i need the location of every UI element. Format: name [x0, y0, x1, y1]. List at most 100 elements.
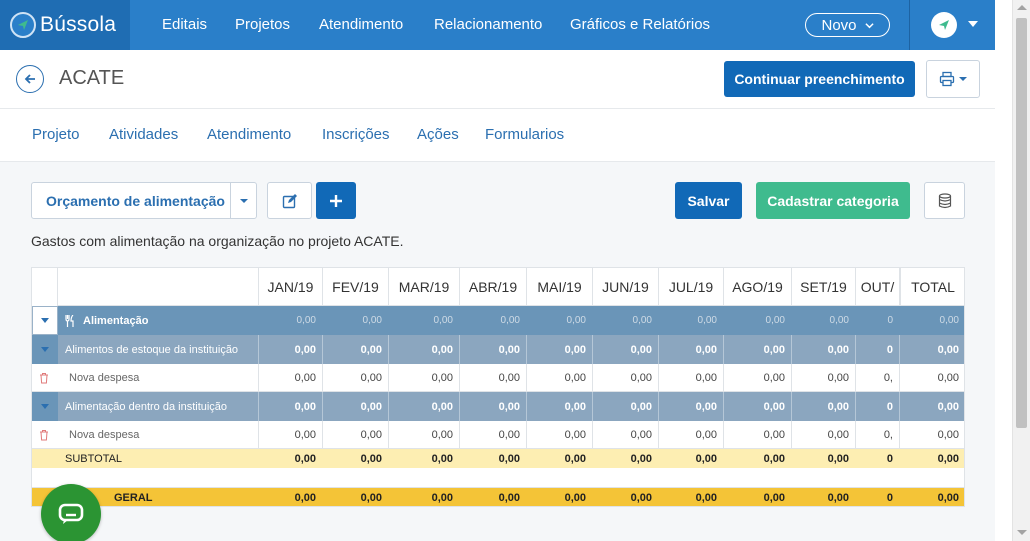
value-cell: 0,00	[388, 335, 459, 364]
value-cell: 0,00	[526, 335, 592, 364]
value-cell: 0,00	[362, 315, 382, 326]
value-cell[interactable]: 0,00	[526, 364, 592, 391]
chat-icon	[58, 503, 84, 524]
value-cell[interactable]: 0,00	[791, 364, 855, 391]
spacer-row	[32, 468, 964, 488]
collapse-group-toggle[interactable]	[32, 306, 58, 335]
value-cell: 0,00	[498, 452, 520, 465]
plus-icon	[330, 194, 342, 207]
tab-projeto[interactable]: Projeto	[32, 126, 80, 143]
chevron-down-icon	[959, 77, 967, 81]
value-cell: 0,00	[431, 452, 453, 465]
budget-description: Gastos com alimentação na organização no…	[31, 233, 404, 249]
month-header: JAN/19	[258, 268, 322, 305]
value-cell[interactable]: 0,00	[658, 421, 723, 448]
value-cell[interactable]: 0,	[855, 421, 899, 448]
value-cell: 0,00	[827, 452, 849, 465]
group-name: Alimentação	[83, 314, 149, 327]
chevron-down-icon	[41, 318, 49, 323]
trash-icon[interactable]	[39, 364, 49, 391]
add-budget-button[interactable]	[316, 182, 356, 219]
value-cell[interactable]: 0,00	[592, 364, 658, 391]
value-cell: 0,00	[723, 392, 791, 421]
print-button[interactable]	[926, 60, 980, 98]
continue-filling-button[interactable]: Continuar preenchimento	[724, 61, 915, 97]
value-cell[interactable]: 0,00	[322, 364, 388, 391]
row-total-cell[interactable]: 0,00	[899, 421, 964, 448]
value-cell[interactable]: 0,00	[526, 421, 592, 448]
value-cell[interactable]: 0,00	[592, 421, 658, 448]
value-cell: 0,00	[592, 392, 658, 421]
value-cell: 0,00	[296, 315, 316, 326]
expense-name-input[interactable]: Nova despesa	[69, 421, 139, 448]
value-cell: 0,00	[431, 491, 453, 504]
user-avatar[interactable]	[931, 12, 957, 38]
add-category-button[interactable]: Cadastrar categoria	[756, 182, 910, 219]
back-button[interactable]	[16, 65, 44, 93]
tab-inscricoes[interactable]: Inscrições	[322, 126, 390, 143]
month-header: AGO/19	[723, 268, 791, 305]
value-cell: 0	[855, 335, 899, 364]
row-total-cell: 0,00	[939, 315, 959, 326]
subcategory-row: Alimentos de estoque da instituição 0,00 0…	[32, 335, 964, 364]
value-cell: 0,00	[294, 452, 316, 465]
collapse-subcategory-toggle[interactable]	[32, 335, 58, 364]
row-total-cell[interactable]: 0,00	[899, 364, 964, 391]
utensils-icon	[65, 314, 74, 327]
budget-table: JAN/19 FEV/19 MAR/19 ABR/19 MAI/19 JUN/19 JUL/…	[31, 267, 965, 507]
budget-select[interactable]: Orçamento de alimentação	[31, 182, 257, 219]
expense-row: Nova despesa 0,00 0,00 0,00 0,00 0,00 0,00 0,00…	[32, 364, 964, 392]
database-button[interactable]	[924, 182, 965, 219]
brand-logo[interactable]: Bússola	[0, 0, 130, 50]
tab-atividades[interactable]: Atividades	[109, 126, 178, 143]
nav-projetos[interactable]: Projetos	[235, 0, 290, 50]
scroll-thumb[interactable]	[1016, 18, 1027, 428]
user-menu-caret-icon[interactable]	[968, 21, 978, 27]
value-cell[interactable]: 0,00	[322, 421, 388, 448]
value-cell[interactable]: 0,	[855, 364, 899, 391]
value-cell[interactable]: 0,00	[459, 364, 526, 391]
novo-label: Novo	[821, 16, 857, 34]
value-cell: 0,00	[592, 335, 658, 364]
value-cell[interactable]: 0,00	[658, 364, 723, 391]
save-button[interactable]: Salvar	[675, 182, 742, 219]
page-scrollbar[interactable]	[1012, 0, 1030, 541]
value-cell[interactable]: 0,00	[388, 364, 459, 391]
nav-graficos-relatorios[interactable]: Gráficos e Relatórios	[570, 0, 710, 50]
budget-select-toggle[interactable]	[231, 183, 256, 218]
value-cell: 0,00	[827, 491, 849, 504]
grand-total-row: GERAL 0,00 0,00 0,00 0,00 0,00 0,00 0,00 0,00 0,0…	[32, 488, 964, 506]
value-cell[interactable]: 0,00	[791, 421, 855, 448]
value-cell: 0,00	[630, 491, 652, 504]
tab-formularios[interactable]: Formularios	[485, 126, 564, 143]
nav-atendimento[interactable]: Atendimento	[319, 0, 403, 50]
value-cell[interactable]: 0,00	[258, 421, 322, 448]
expense-name-input[interactable]: Nova despesa	[69, 364, 139, 391]
novo-button[interactable]: Novo	[805, 13, 890, 37]
back-arrow-icon	[24, 74, 35, 84]
value-cell[interactable]: 0,00	[459, 421, 526, 448]
collapse-subcategory-toggle[interactable]	[32, 392, 58, 421]
compass-logo-icon	[10, 12, 36, 38]
tab-acoes[interactable]: Ações	[417, 126, 459, 143]
nav-relacionamento[interactable]: Relacionamento	[434, 0, 542, 50]
value-cell: 0,00	[658, 392, 723, 421]
nav-editais[interactable]: Editais	[162, 0, 207, 50]
tab-atendimento[interactable]: Atendimento	[207, 126, 291, 143]
value-cell: 0,00	[433, 315, 453, 326]
value-cell: 0,00	[723, 335, 791, 364]
scroll-down-arrow-icon[interactable]	[1017, 530, 1027, 535]
edit-budget-button[interactable]	[267, 182, 312, 219]
value-cell: 0,00	[829, 315, 849, 326]
value-cell: 0,00	[658, 335, 723, 364]
value-cell[interactable]: 0,00	[388, 421, 459, 448]
value-cell[interactable]: 0,00	[723, 421, 791, 448]
top-navbar: Bússola Editais Projetos Atendimento Rel…	[0, 0, 995, 50]
value-cell[interactable]: 0,00	[723, 364, 791, 391]
trash-icon[interactable]	[39, 421, 49, 448]
scroll-up-arrow-icon[interactable]	[1017, 5, 1027, 10]
chat-button[interactable]	[41, 484, 101, 541]
value-cell: 0,00	[294, 491, 316, 504]
chevron-down-icon	[864, 22, 874, 28]
value-cell[interactable]: 0,00	[258, 364, 322, 391]
